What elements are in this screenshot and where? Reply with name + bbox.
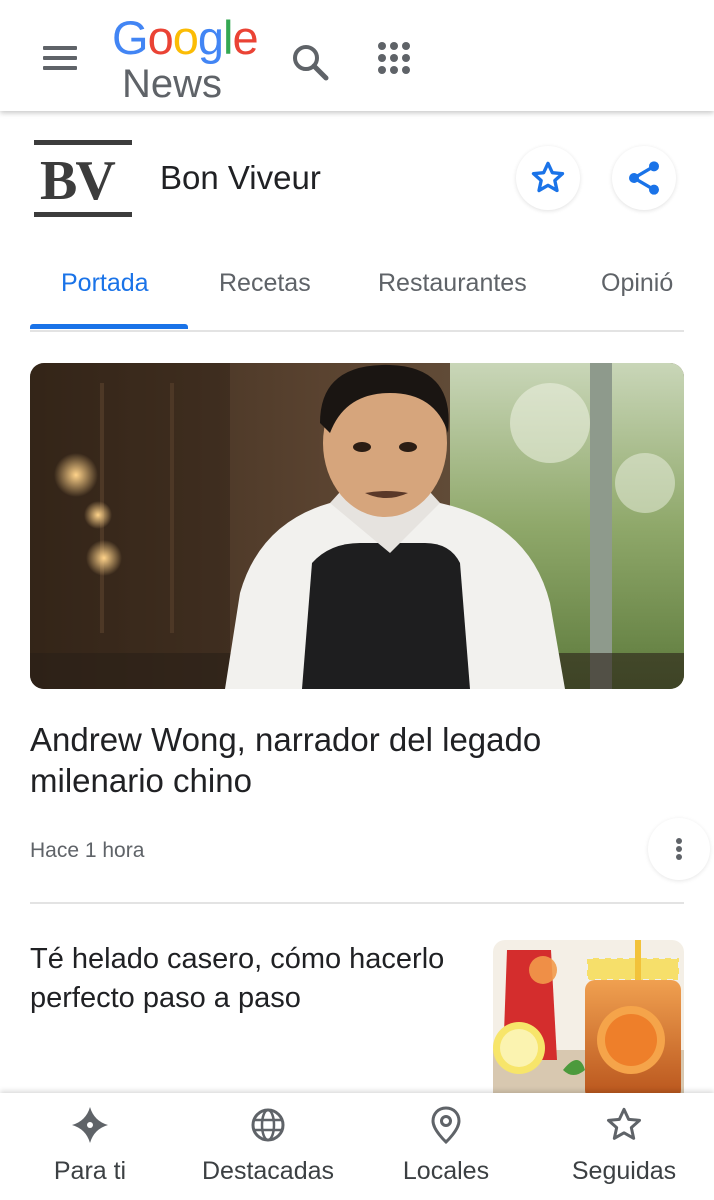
google-news-app: Google News BV Bon Viveur Portada Receta… — [0, 0, 714, 1200]
article-title[interactable]: Té helado casero, cómo hacerlo perfecto … — [30, 940, 470, 1018]
tab-restaurantes[interactable]: Restaurantes — [378, 265, 527, 301]
star-outline-icon — [607, 1107, 641, 1140]
nav-label: Locales — [402, 1157, 490, 1185]
section-tabs: Portada Recetas Restaurantes Opinió — [0, 255, 714, 333]
menu-icon[interactable] — [40, 38, 82, 80]
google-news-logo[interactable]: Google News — [112, 8, 262, 108]
logo-letter: o — [172, 11, 199, 64]
nav-label: Para ti — [53, 1157, 127, 1185]
active-tab-indicator — [30, 324, 188, 329]
publisher-name: Bon Viveur — [160, 159, 321, 196]
nav-label: Seguidas — [571, 1157, 677, 1185]
article-divider — [30, 902, 684, 904]
apps-grid-icon[interactable] — [376, 40, 412, 76]
more-options-icon[interactable] — [648, 818, 710, 880]
bottom-navigation: Para ti Destacadas Locales Seguidas — [0, 1093, 714, 1200]
tab-opinion[interactable]: Opinió — [601, 265, 673, 301]
nav-label: Destacadas — [201, 1157, 335, 1185]
hero-article-image[interactable] — [30, 363, 684, 689]
search-icon[interactable] — [290, 42, 330, 82]
logo-letter: l — [222, 11, 234, 64]
logo-letter: G — [112, 11, 149, 64]
nav-destacadas[interactable]: Destacadas — [178, 1093, 358, 1200]
tab-portada[interactable]: Portada — [61, 265, 149, 301]
publisher-logo-text: BV — [40, 150, 116, 212]
hero-article-time: Hace 1 hora — [30, 839, 145, 862]
follow-button[interactable] — [516, 146, 580, 210]
logo-letter: g — [197, 11, 224, 64]
top-app-bar: Google News — [0, 0, 714, 111]
logo-letter: e — [232, 11, 258, 64]
hero-article-title[interactable]: Andrew Wong, narrador del legado milenar… — [30, 719, 650, 801]
nav-para-ti[interactable]: Para ti — [0, 1093, 180, 1200]
nav-seguidas[interactable]: Seguidas — [534, 1093, 714, 1200]
tabs-divider — [30, 330, 684, 332]
para-ti-diamond-icon — [72, 1107, 108, 1143]
nav-locales[interactable]: Locales — [356, 1093, 536, 1200]
share-button[interactable] — [612, 146, 676, 210]
globe-icon — [251, 1108, 285, 1142]
logo-news-word: News — [122, 62, 223, 106]
star-outline-icon — [531, 161, 565, 193]
tab-recetas[interactable]: Recetas — [219, 265, 311, 301]
publisher-logo: BV — [34, 140, 134, 220]
logo-google-wordmark: Google — [112, 8, 259, 68]
location-pin-icon — [431, 1106, 461, 1145]
article-thumbnail[interactable] — [493, 940, 684, 1100]
share-icon — [629, 161, 659, 195]
logo-letter: o — [147, 11, 174, 64]
